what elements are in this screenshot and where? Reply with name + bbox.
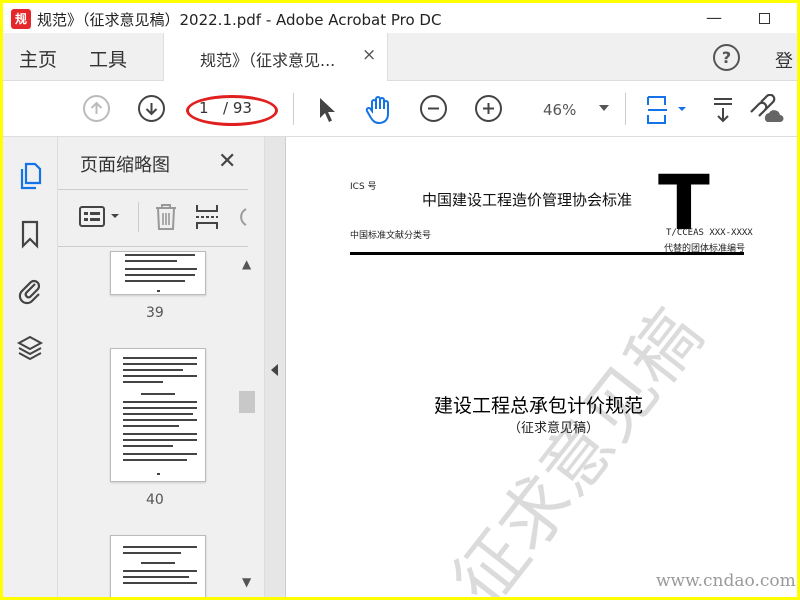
- minimize-button[interactable]: —: [699, 7, 729, 29]
- thumbnail-text-line: [123, 439, 197, 441]
- bookmark-icon[interactable]: [16, 219, 44, 249]
- thumbnail-text-line: [125, 280, 185, 282]
- thumbnail-text-line: [141, 393, 175, 395]
- thumbnail-text-line: [123, 582, 197, 584]
- attachment-paperclip-icon[interactable]: [16, 275, 44, 305]
- share-link-icon[interactable]: [745, 94, 785, 126]
- app-window: 规 规范》（征求意见稿）2022.1.pdf - Adobe Acrobat P…: [3, 3, 797, 597]
- toolbar-divider: [293, 93, 294, 125]
- collapse-panel-handle[interactable]: [264, 137, 286, 597]
- next-page-button[interactable]: [138, 95, 165, 122]
- thumbnails-scrollbar[interactable]: ▲ ▼: [237, 251, 257, 597]
- delete-trash-icon[interactable]: [152, 202, 180, 232]
- title-bar: 规 规范》（征求意见稿）2022.1.pdf - Adobe Acrobat P…: [3, 3, 797, 33]
- thumbnail-text-line: [123, 570, 197, 572]
- close-tab-button[interactable]: ×: [362, 45, 376, 65]
- document-subtitle: （征求意见稿）: [508, 421, 600, 436]
- watermark-text: 征求意见稿: [437, 294, 719, 597]
- insert-page-icon[interactable]: [193, 202, 221, 232]
- thumbnail-text-line: [123, 576, 189, 578]
- tab-document[interactable]: 规范》（征求意见... ×: [163, 33, 388, 81]
- rotate-page-icon[interactable]: [234, 204, 248, 230]
- zoom-dropdown-caret-icon[interactable]: [599, 105, 609, 111]
- thumbnail-text-line: [123, 552, 181, 554]
- thumbnail-text-line: [123, 445, 173, 447]
- standard-organization: 中国建设工程造价管理协会标准: [422, 191, 633, 209]
- standard-code: T/CCEAS XXX-XXXX: [666, 228, 753, 238]
- left-navigation-rail: [3, 137, 58, 597]
- previous-page-button[interactable]: [83, 95, 110, 122]
- maximize-icon: [758, 13, 770, 24]
- thumbnail-text-line: [123, 401, 197, 403]
- page-thumbnails-panel: 页面缩略图 ✕ 39 40: [58, 137, 264, 597]
- thumbnail-text-line: [141, 562, 175, 564]
- thumbnail-page-number: [157, 473, 160, 475]
- document-view[interactable]: 征求意见稿 ICS 号 中国建设工程造价管理协会标准 T 中国标准文献分类号 T…: [286, 137, 797, 597]
- thumbnail-text-line: [123, 357, 197, 359]
- panel-divider: [58, 246, 248, 247]
- select-cursor-icon[interactable]: [316, 96, 338, 124]
- thumbnail-text-line: [123, 407, 197, 409]
- thumbnail-text-line: [123, 413, 193, 415]
- acrobat-app-icon: 规: [11, 9, 31, 29]
- thumbnail-text-line: [123, 425, 179, 427]
- fit-page-icon[interactable]: [645, 94, 689, 126]
- thumbnail-tools: [58, 190, 248, 246]
- maximize-button[interactable]: [749, 7, 779, 29]
- document-title: 建设工程总承包计价规范: [434, 395, 644, 417]
- thumbnail-page[interactable]: [110, 535, 206, 597]
- thumbnail-page[interactable]: [110, 348, 206, 482]
- sign-in-link[interactable]: 登: [775, 47, 793, 73]
- tab-tools[interactable]: 工具: [89, 45, 127, 72]
- panel-title: 页面缩略图: [80, 155, 170, 176]
- window-title: 规范》（征求意见稿）2022.1.pdf - Adobe Acrobat Pro…: [37, 11, 442, 29]
- arrow-up-icon: [90, 101, 103, 114]
- page-thumbnails-icon[interactable]: [16, 161, 44, 191]
- tab-bar: 主页 工具 规范》（征求意见... × ? 登: [3, 33, 797, 81]
- scroll-up-arrow-icon[interactable]: ▲: [242, 257, 251, 271]
- thumbnail-label: 40: [146, 492, 164, 508]
- document-tab-label: 规范》（征求意见...: [200, 51, 336, 70]
- thumbnail-text-line: [123, 419, 197, 421]
- thumbnail-text-line: [123, 459, 187, 461]
- arrow-down-icon: [145, 103, 158, 116]
- thumbnail-text-line: [125, 274, 195, 276]
- help-icon[interactable]: ?: [713, 44, 740, 71]
- thumbnail-options-icon[interactable]: [78, 204, 124, 230]
- ics-number: ICS 号: [350, 182, 377, 192]
- thumbnail-text-line: [123, 546, 197, 548]
- thumbnail-text-line: [123, 381, 163, 383]
- zoom-level[interactable]: 46%: [543, 101, 576, 119]
- thumbnail-text-line: [123, 369, 183, 371]
- annotation-red-ellipse: [186, 95, 278, 126]
- toolbar-divider: [625, 93, 626, 125]
- zoom-out-button[interactable]: [420, 95, 447, 122]
- thumbnail-text-line: [123, 453, 197, 455]
- thumbnail-page[interactable]: [110, 251, 206, 295]
- collapse-arrow-icon: [271, 364, 278, 376]
- tools-divider: [138, 202, 139, 232]
- zoom-in-button[interactable]: [475, 95, 502, 122]
- hand-tool-icon[interactable]: [365, 94, 395, 126]
- header-rule: [350, 252, 744, 255]
- site-watermark: www.cndao.com: [656, 571, 796, 591]
- minus-icon: [428, 107, 439, 110]
- thumbnail-text-line: [123, 363, 197, 365]
- thumbnail-text-line: [125, 254, 195, 256]
- read-mode-icon[interactable]: [711, 95, 737, 125]
- scrollbar-thumb[interactable]: [239, 391, 255, 413]
- scroll-down-arrow-icon[interactable]: ▼: [242, 575, 251, 589]
- thumbnail-page-number: [157, 290, 160, 292]
- close-panel-button[interactable]: ✕: [218, 149, 236, 174]
- thumbnail-text-line: [123, 433, 197, 435]
- thumbnail-text-line: [123, 375, 197, 377]
- thumbnail-label: 39: [146, 305, 164, 321]
- layers-icon[interactable]: [16, 333, 44, 363]
- thumbnail-text-line: [125, 268, 197, 270]
- classification-number: 中国标准文献分类号: [350, 231, 432, 241]
- thumbnail-text-line: [125, 260, 177, 262]
- plus-icon: [483, 103, 494, 114]
- tab-home[interactable]: 主页: [19, 45, 57, 72]
- toolbar: 1 / 93 46%: [3, 81, 797, 137]
